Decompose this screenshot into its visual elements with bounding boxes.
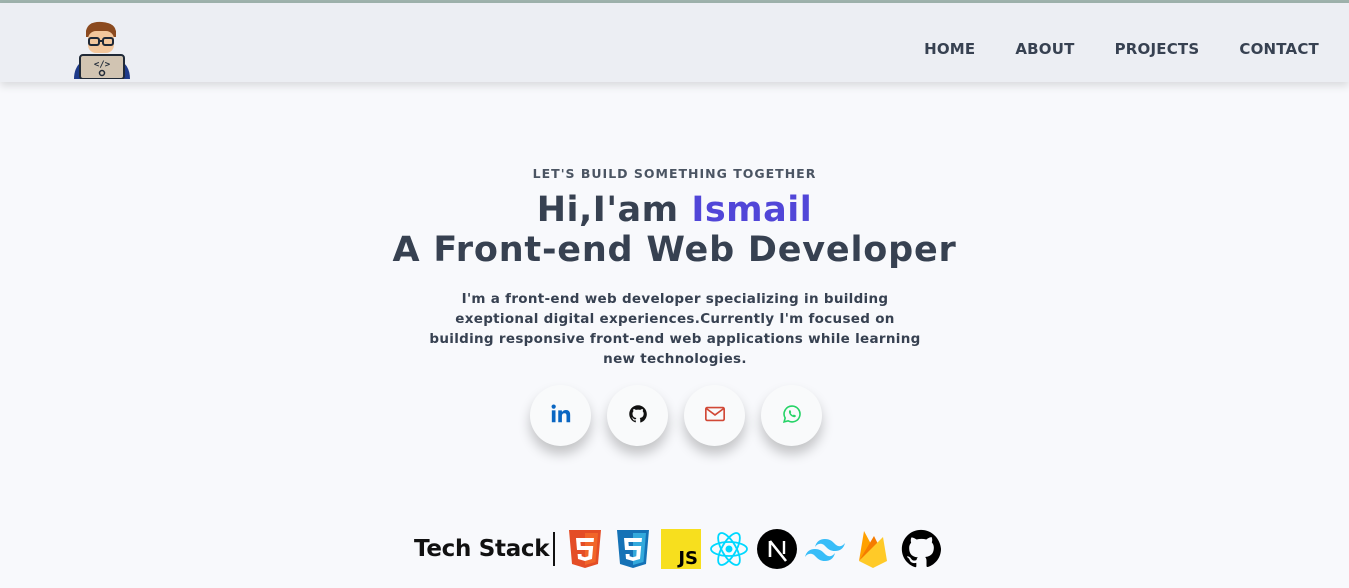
hero-tagline: LET'S BUILD SOMETHING TOGETHER [532, 166, 817, 181]
tech-stack: Tech Stack JS [414, 528, 942, 570]
nav-projects[interactable]: PROJECTS [1115, 40, 1200, 58]
javascript-icon: JS [661, 529, 702, 569]
html5-icon [565, 529, 605, 569]
mail-icon [704, 405, 726, 427]
nav-about[interactable]: ABOUT [1015, 40, 1074, 58]
greeting-text: Hi,I'am [536, 190, 692, 230]
tailwind-icon [805, 529, 846, 569]
main-nav: HOME ABOUT PROJECTS CONTACT [924, 40, 1319, 58]
nextjs-icon [757, 529, 798, 569]
nav-home[interactable]: HOME [924, 40, 975, 58]
svg-text:JS: JS [677, 548, 699, 569]
tech-stack-icons: JS [565, 529, 942, 569]
developer-avatar-logo[interactable]: </> [70, 19, 134, 80]
github-icon [901, 529, 942, 569]
linkedin-icon [550, 403, 572, 429]
github-button[interactable] [607, 385, 668, 446]
whatsapp-icon [782, 404, 802, 428]
github-icon [628, 404, 648, 428]
tech-stack-title: Tech Stack [414, 536, 550, 562]
svg-text:</>: </> [94, 60, 111, 70]
hero-role: A Front-end Web Developer [392, 230, 957, 270]
site-header: </> HOME ABOUT PROJECTS CONTACT [0, 3, 1349, 82]
email-button[interactable] [684, 385, 745, 446]
hero-description: I'm a front-end web developer specializi… [429, 291, 921, 367]
css3-icon [613, 529, 653, 569]
whatsapp-button[interactable] [761, 385, 822, 446]
react-icon [709, 529, 749, 569]
nav-contact[interactable]: CONTACT [1239, 40, 1319, 58]
text-cursor [553, 532, 556, 566]
linkedin-button[interactable] [530, 385, 591, 446]
hero-heading: Hi,I'am Ismail [0, 190, 1349, 230]
firebase-icon [853, 529, 893, 569]
social-links [530, 385, 822, 446]
hero-name: Ismail [691, 190, 813, 230]
